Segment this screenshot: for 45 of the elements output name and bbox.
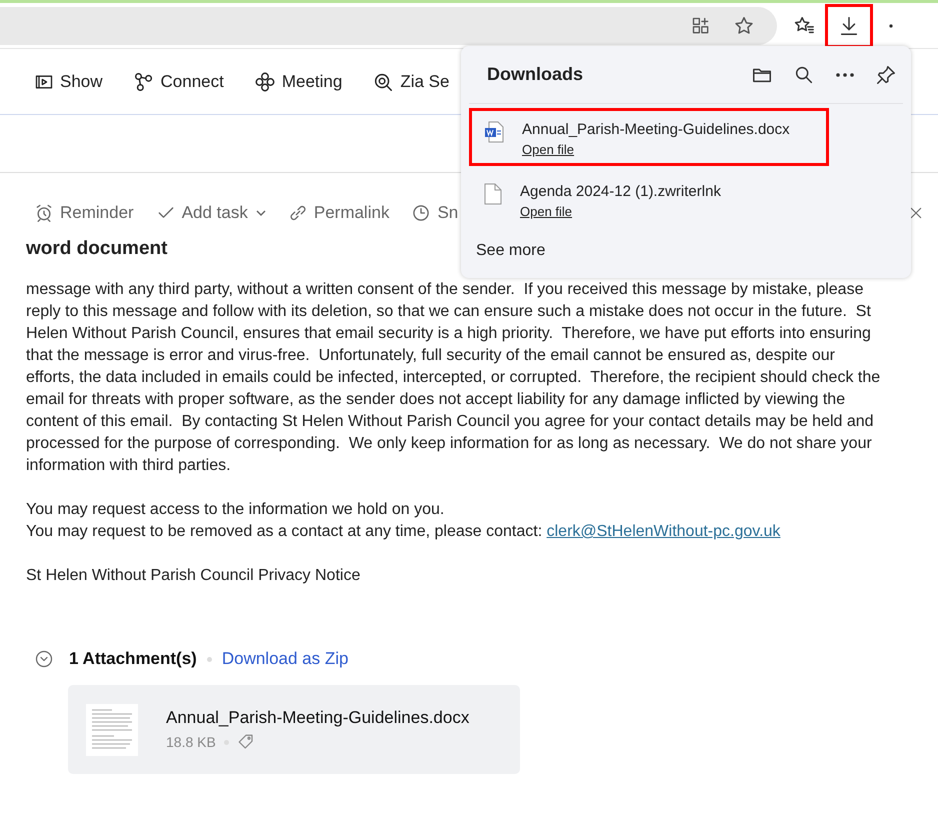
- download-zip-link[interactable]: Download as Zip: [222, 649, 348, 669]
- star-icon: [733, 14, 755, 36]
- open-file-link[interactable]: Open file: [522, 142, 574, 157]
- download-item[interactable]: Annual_Parish-Meeting-Guidelines.docx Open file: [469, 108, 829, 166]
- message-line: You may request access to the information we hold on you.: [26, 500, 446, 520]
- action-button[interactable]: Sn: [411, 203, 458, 223]
- link-icon: [288, 203, 308, 223]
- open-file-link[interactable]: Open file: [520, 204, 572, 219]
- message-line: You may request to be removed as a contact at any time, please contact:: [26, 523, 542, 540]
- add-app-icon: [691, 16, 711, 36]
- action-button[interactable]: Add task: [156, 203, 248, 223]
- attachment-count: 1 Attachment(s): [69, 649, 197, 669]
- see-more-link[interactable]: See more: [476, 242, 546, 260]
- flower-icon: [254, 70, 276, 92]
- message-line: St Helen Without Parish Council Privacy Notice: [26, 566, 362, 586]
- message-subject: word document: [26, 237, 168, 261]
- nav-tab[interactable]: Show: [34, 72, 103, 92]
- file-icon: [484, 183, 502, 205]
- attachment-name: Annual_Parish-Meeting-Guidelines.docx: [166, 708, 470, 728]
- collapse-icon: [35, 650, 53, 668]
- action-button[interactable]: Reminder: [34, 203, 134, 223]
- download-file-name: Agenda 2024-12 (1).zwriterlnk: [520, 183, 721, 200]
- alarm-clock-icon: [34, 203, 54, 223]
- nav-tab[interactable]: Connect: [132, 70, 224, 92]
- action-button[interactable]: Permalink: [288, 203, 390, 223]
- attachment-size: 18.8 KB: [166, 734, 216, 750]
- tag-icon: [236, 733, 255, 751]
- download-file-name: Annual_Parish-Meeting-Guidelines.docx: [522, 121, 790, 138]
- nodes-icon: [132, 70, 155, 92]
- clock-icon: [411, 203, 432, 223]
- caret-icon[interactable]: [256, 210, 266, 216]
- download-icon: [838, 14, 860, 36]
- email-link[interactable]: clerk@StHelenWithout-pc.gov.uk: [546, 523, 780, 540]
- pin-icon: [875, 64, 897, 86]
- panel-title: Downloads: [487, 64, 584, 85]
- download-item[interactable]: Agenda 2024-12 (1).zwriterlnk Open file: [469, 170, 829, 228]
- nav-tab[interactable]: Meeting: [254, 70, 342, 92]
- nav-tab[interactable]: Zia Se: [372, 70, 450, 92]
- document-thumbnail-icon: [86, 704, 138, 756]
- word-file-icon: [484, 121, 504, 143]
- close-icon: [908, 205, 924, 221]
- more-icon[interactable]: [889, 24, 893, 28]
- attachment-card[interactable]: Annual_Parish-Meeting-Guidelines.docx 18.8 KB: [68, 685, 520, 774]
- message-paragraph: message with any third party, without a written consent of the sender. If you received this message by mistake, please reply to this message and follow with its deletion, so that we can ensure such a mistake does not occur in the future. St Helen Without Parish Council, ensures that email security is a high priority. Therefore, we have put efforts into ensuring that the message is error and virus-free. Unfortunately, full security of the email cannot be ensured as, despite our efforts, the data included in emails could be infected, intercepted, or corrupted. Therefore, the recipient should check the email for threats with proper software, as the sender does not accept liability for any damage inflicted by viewing the content of this email. By contacting St Helen Without Parish Council you agree for your contact details may be held and processed for the purpose of corresponding. We only keep information for as long as necessary. We do not share your information with third parties.: [26, 280, 882, 476]
- more-icon[interactable]: [835, 72, 855, 78]
